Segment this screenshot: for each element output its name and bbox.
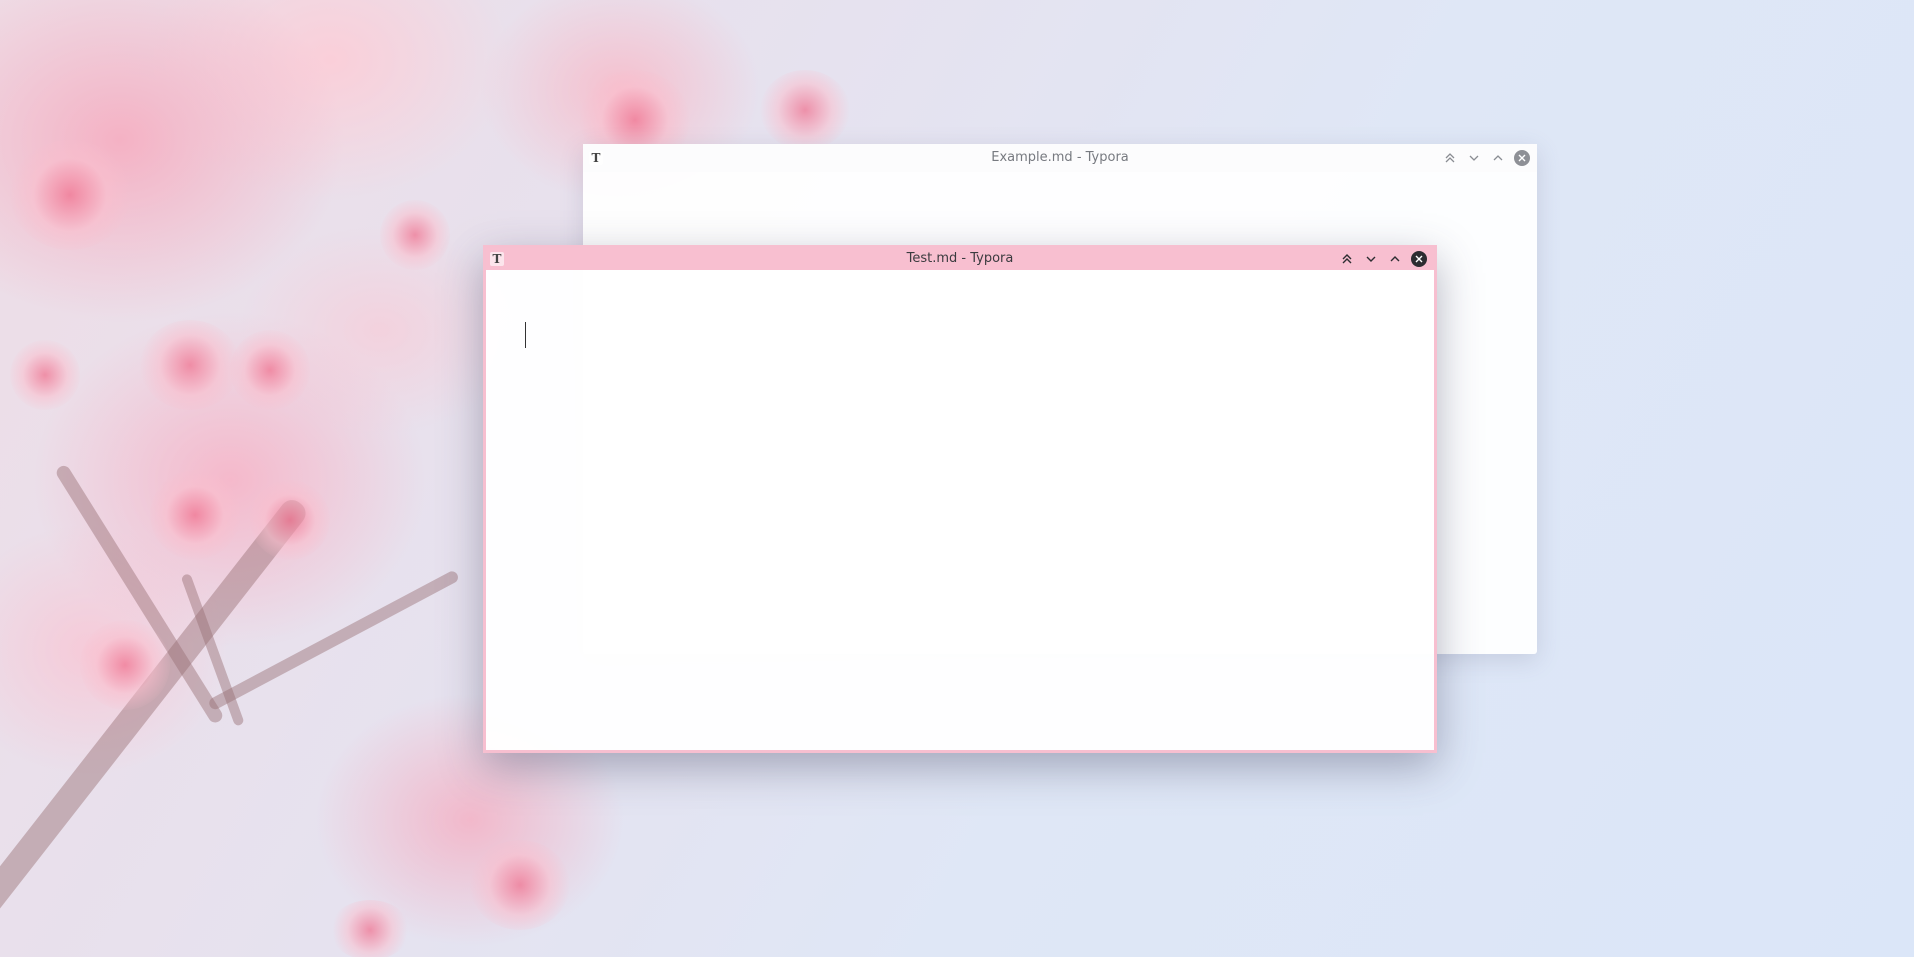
titlebar[interactable]: T Example.md - Typora <box>583 144 1537 172</box>
close-icon[interactable] <box>1411 251 1427 267</box>
wallpaper-blossom <box>760 70 850 150</box>
chevron-down-icon[interactable] <box>1362 250 1380 268</box>
keep-above-icon[interactable] <box>1441 149 1459 167</box>
text-caret <box>525 322 526 348</box>
wallpaper-blossom <box>470 840 570 930</box>
keep-above-icon[interactable] <box>1338 250 1356 268</box>
window-controls <box>1441 144 1531 172</box>
chevron-up-icon[interactable] <box>1386 250 1404 268</box>
wallpaper-blossom <box>150 470 240 560</box>
chevron-up-icon[interactable] <box>1489 149 1507 167</box>
wallpaper-blossom <box>230 330 310 410</box>
wallpaper-blossom <box>140 320 240 410</box>
chevron-down-icon[interactable] <box>1465 149 1483 167</box>
wallpaper-blossom <box>10 140 130 250</box>
close-icon[interactable] <box>1514 150 1530 166</box>
wallpaper-blossom <box>80 620 170 710</box>
close-button[interactable] <box>1513 149 1531 167</box>
window-controls <box>1338 248 1428 270</box>
editor-area[interactable] <box>486 270 1434 750</box>
wallpaper-branch <box>0 495 311 922</box>
titlebar[interactable]: T Test.md - Typora <box>486 248 1434 270</box>
window-title: Test.md - Typora <box>906 251 1014 266</box>
window-title: Example.md - Typora <box>991 150 1129 165</box>
close-button[interactable] <box>1410 250 1428 268</box>
window-test[interactable]: T Test.md - Typora <box>483 245 1437 753</box>
wallpaper-blossom <box>380 200 450 270</box>
wallpaper-blossom <box>250 480 330 560</box>
wallpaper-blossom <box>10 340 80 410</box>
wallpaper-blossom <box>330 900 410 957</box>
